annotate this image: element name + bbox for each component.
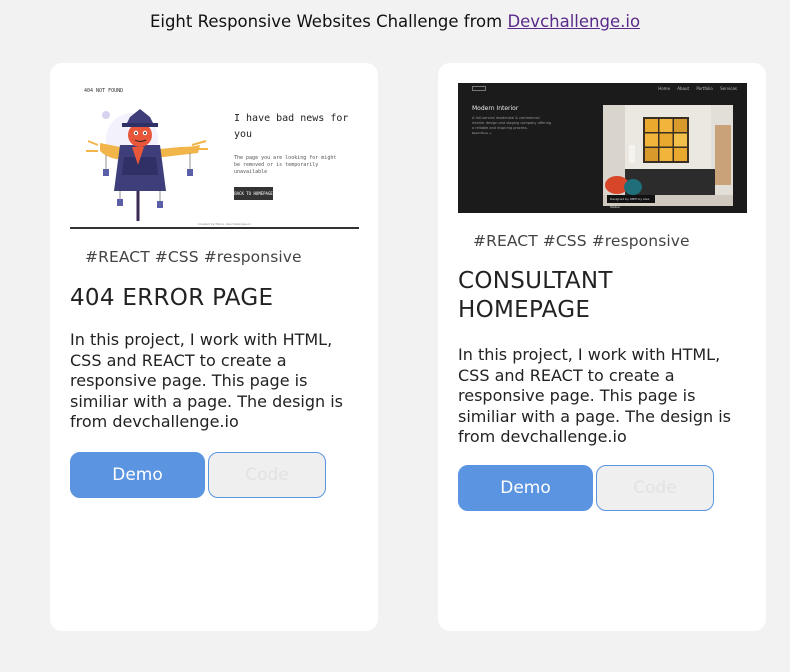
demo-button[interactable]: Demo [458, 465, 593, 511]
thumbnail-hero-text: A full-service residential & commercial … [472, 116, 552, 130]
project-tags: #REACT #CSS #responsive [85, 248, 302, 266]
thumbnail-headline: I have bad news for you [234, 113, 349, 140]
project-thumbnail-consultant[interactable]: Home About Portfolio Services Modern Int… [458, 83, 747, 213]
thumbnail-nav: Home About Portfolio Services [658, 86, 737, 91]
thumbnail-brand: 404 NOT FOUND [84, 88, 124, 94]
thumbnail-caption: Designed by 4MIH by Alex Walker [607, 195, 655, 209]
thumbnail-back-button: BACK TO HOMEPAGE [234, 187, 273, 200]
scarecrow-illustration [86, 109, 208, 221]
interior-illustration [603, 105, 733, 206]
code-button[interactable]: Code [596, 465, 714, 511]
project-card-consultant: Home About Portfolio Services Modern Int… [438, 63, 766, 631]
interior-photo [603, 105, 733, 206]
devchallenge-link[interactable]: Devchallenge.io [507, 12, 640, 31]
thumbnail-hero-title: Modern Interior [472, 105, 519, 112]
page-header-text: Eight Responsive Websites Challenge from [149, 12, 508, 31]
project-thumbnail-404[interactable]: 404 NOT FOUND I have bad news for you Th… [70, 83, 359, 229]
thumbnail-logo [472, 86, 486, 91]
project-description: In this project, I work with HTML, CSS a… [458, 345, 732, 446]
page-header: Eight Responsive Websites Challenge from… [0, 12, 790, 31]
project-title: 404 ERROR PAGE [70, 285, 274, 311]
project-description: In this project, I work with HTML, CSS a… [70, 330, 344, 431]
demo-button[interactable]: Demo [70, 452, 205, 498]
code-button[interactable]: Code [208, 452, 326, 498]
thumbnail-hero-link: Read More → [472, 131, 492, 135]
project-title: CONSULTANT HOMEPAGE [458, 268, 613, 323]
project-card-404: 404 NOT FOUND I have bad news for you Th… [50, 63, 378, 631]
thumbnail-footer: Created by Maria, devchallenges.io [198, 222, 251, 226]
project-tags: #REACT #CSS #responsive [473, 232, 690, 250]
thumbnail-subtext: The page you are looking for might be re… [234, 155, 337, 175]
